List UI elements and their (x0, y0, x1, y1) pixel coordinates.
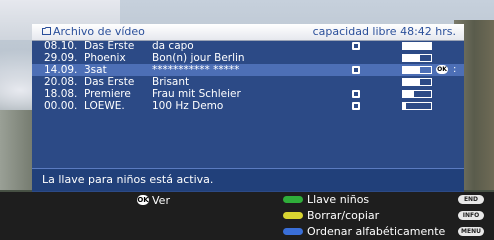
lock-icon (352, 66, 360, 74)
recording-progress-fill (403, 67, 420, 73)
recording-row[interactable]: 14.09. 3sat *********** ***** OK: (32, 64, 464, 76)
recording-list: 08.10. Das Erste da capo 29.09. Phoenix Bon(n… (32, 40, 464, 112)
recording-time: 29.09. (44, 52, 78, 64)
key-icon (352, 90, 360, 98)
recording-title: 100 Hz Demo (152, 100, 224, 112)
remote-key-button[interactable]: MENU (458, 227, 484, 236)
play-icon (352, 42, 360, 50)
recording-time: 18.08. (44, 88, 78, 100)
action-label: Borrar/copiar (307, 209, 380, 222)
recording-channel: LOEWE. (84, 100, 125, 112)
color-key-icon[interactable] (283, 196, 303, 203)
footer-bar: OK Ver Llave niños END Borrar/copiar INFO Or… (0, 192, 494, 240)
recording-progress-bar (402, 42, 432, 50)
lock-icon (352, 102, 360, 110)
status-bar: La llave para niños está activa. (32, 168, 464, 191)
ok-icon: OK (436, 65, 448, 74)
status-message: La llave para niños está activa. (42, 173, 214, 186)
recording-time: 20.08. (44, 76, 78, 88)
recording-row[interactable]: 08.10. Das Erste da capo (32, 40, 464, 52)
scroll-indicator-icon: : (453, 64, 457, 75)
action-label: Llave niños (307, 193, 370, 206)
recording-channel: Das Erste (84, 76, 135, 88)
recording-channel: Das Erste (84, 40, 135, 52)
recording-time: 00.00. (44, 100, 78, 112)
remote-key-button[interactable]: INFO (458, 211, 484, 220)
recording-channel: 3sat (84, 64, 107, 76)
recording-progress-bar (402, 90, 432, 98)
remote-key-button[interactable]: END (458, 195, 484, 204)
recording-row[interactable]: 00.00. LOEWE. 100 Hz Demo (32, 100, 464, 112)
title-bar: Archivo de vídeo capacidad libre 48:42 h… (32, 24, 464, 41)
view-label: Ver (152, 194, 170, 207)
recording-channel: Premiere (84, 88, 131, 100)
recording-progress-fill (403, 43, 431, 49)
recording-title: Brisant (152, 76, 190, 88)
recording-progress-fill (403, 55, 420, 61)
recording-progress-bar (402, 102, 432, 110)
action-label: Ordenar alfabéticamente (307, 225, 446, 238)
recording-progress-fill (403, 91, 415, 97)
recording-time: 08.10. (44, 40, 78, 52)
recording-time: 14.09. (44, 64, 78, 76)
recording-progress-bar (402, 54, 432, 62)
recording-title: Frau mit Schleier (152, 88, 241, 100)
archive-title: Archivo de vídeo (42, 25, 145, 38)
free-space-label: capacidad libre 48:42 hrs. (312, 25, 456, 38)
recording-progress-bar (402, 78, 432, 86)
color-key-icon[interactable] (283, 212, 303, 219)
recording-title: *********** ***** (152, 64, 240, 76)
archive-title-label: Archivo de vídeo (53, 25, 145, 38)
recording-row[interactable]: 29.09. Phoenix Bon(n) jour Berlin (32, 52, 464, 64)
recording-progress-bar (402, 66, 432, 74)
ok-button-icon[interactable]: OK (137, 195, 149, 205)
recording-title: da capo (152, 40, 194, 52)
recording-title: Bon(n) jour Berlin (152, 52, 245, 64)
video-archive-panel: Archivo de vídeo capacidad libre 48:42 h… (32, 24, 464, 192)
recording-channel: Phoenix (84, 52, 126, 64)
folder-icon (42, 25, 51, 38)
color-key-icon[interactable] (283, 228, 303, 235)
recording-row[interactable]: 18.08. Premiere Frau mit Schleier (32, 88, 464, 100)
recording-progress-fill (403, 103, 406, 109)
recording-row[interactable]: 20.08. Das Erste Brisant (32, 76, 464, 88)
recording-progress-fill (403, 79, 420, 85)
